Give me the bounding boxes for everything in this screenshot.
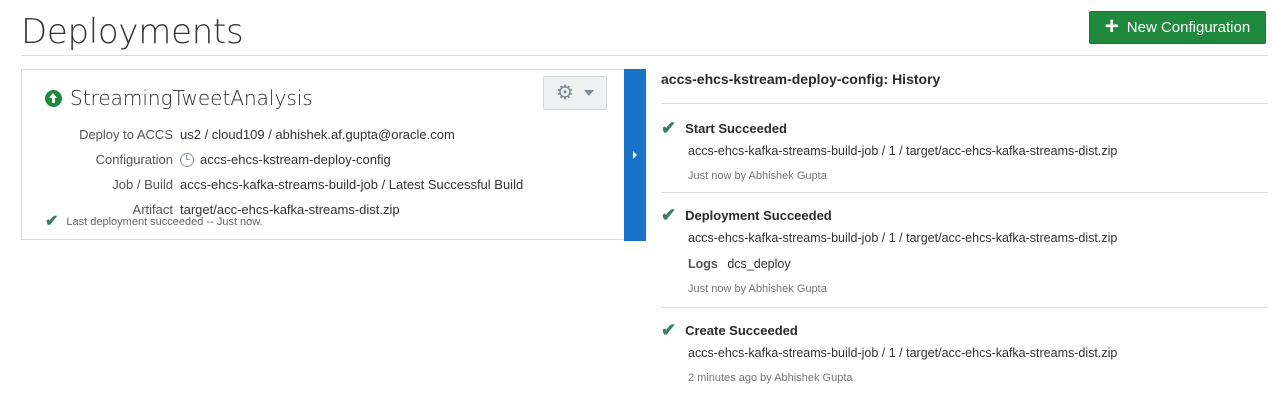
deployment-name: StreamingTweetAnalysis [70,86,313,110]
history-item-path[interactable]: accs-ehcs-kafka-streams-build-job / 1 / … [661,340,1268,366]
check-icon: ✔ [661,320,677,340]
history-item-meta: Just now by Abhishek Gupta [688,170,827,182]
clock-icon [180,152,194,167]
history-item-path[interactable]: accs-ehcs-kafka-streams-build-job / 1 / … [661,138,1268,164]
gear-icon: ⚙ [556,82,574,104]
detail-value-container: accs-ehcs-kstream-deploy-config [180,152,391,167]
detail-label: Job / Build [112,177,173,192]
new-configuration-button[interactable]: + New Configuration [1089,11,1266,44]
check-icon: ✔ [45,213,59,230]
configuration-link[interactable]: accs-ehcs-kstream-deploy-config [200,152,391,167]
page-title: Deployments [21,12,244,52]
history-item: ✔ Start Succeeded accs-ehcs-kafka-stream… [661,104,1268,188]
detail-row-deploy-target: Deploy to ACCS us2 / cloud109 / abhishek… [22,122,622,147]
history-item-meta: Just now by Abhishek Gupta [688,283,827,295]
deployment-status-text: Last deployment succeeded -- Just now. [66,216,263,228]
history-panel: accs-ehcs-kstream-deploy-config: History… [661,69,1268,390]
deployment-card[interactable]: StreamingTweetAnalysis ⚙ Deploy to ACCS … [21,69,624,240]
detail-label: Deploy to ACCS [79,127,173,142]
detail-label: Configuration [95,152,173,167]
chevron-down-icon [583,90,594,96]
history-item-logs: Logs dcs_deploy [661,251,1268,277]
deployment-status: ✔ Last deployment succeeded -- Just now. [45,213,263,230]
history-item-meta: 2 minutes ago by Abhishek Gupta [688,372,853,384]
history-item-path[interactable]: accs-ehcs-kafka-streams-build-job / 1 / … [661,225,1268,251]
history-item: ✔ Deployment Succeeded accs-ehcs-kafka-s… [661,193,1268,301]
logs-link[interactable]: dcs_deploy [727,257,790,271]
title-divider [21,55,1268,56]
deployment-details: Deploy to ACCS us2 / cloud109 / abhishek… [22,122,622,222]
upload-icon [45,89,62,107]
history-item-header: ✔ Start Succeeded [661,118,1268,138]
history-title: accs-ehcs-kstream-deploy-config: History [661,71,941,87]
history-item-title: Create Succeeded [685,322,798,338]
history-item: ✔ Create Succeeded accs-ehcs-kafka-strea… [661,308,1268,390]
history-item-header: ✔ Deployment Succeeded [661,205,1268,225]
history-item-title: Start Succeeded [685,120,787,136]
detail-value: us2 / cloud109 / abhishek.af.gupta@oracl… [180,127,455,142]
detail-value: accs-ehcs-kafka-streams-build-job / Late… [180,177,524,192]
detail-row-configuration: Configuration accs-ehcs-kstream-deploy-c… [22,147,622,172]
deployment-title-row: StreamingTweetAnalysis [45,86,313,110]
check-icon: ✔ [661,118,677,138]
new-configuration-label: New Configuration [1126,19,1251,36]
history-panel-toggle[interactable] [624,69,646,241]
check-icon: ✔ [661,205,677,225]
history-item-header: ✔ Create Succeeded [661,320,1268,340]
history-item-title: Deployment Succeeded [685,207,832,223]
chevron-right-icon [633,151,637,159]
plus-icon: + [1104,12,1119,40]
settings-menu-button[interactable]: ⚙ [543,76,607,110]
detail-row-job-build: Job / Build accs-ehcs-kafka-streams-buil… [22,172,622,197]
logs-label: Logs [688,257,718,271]
